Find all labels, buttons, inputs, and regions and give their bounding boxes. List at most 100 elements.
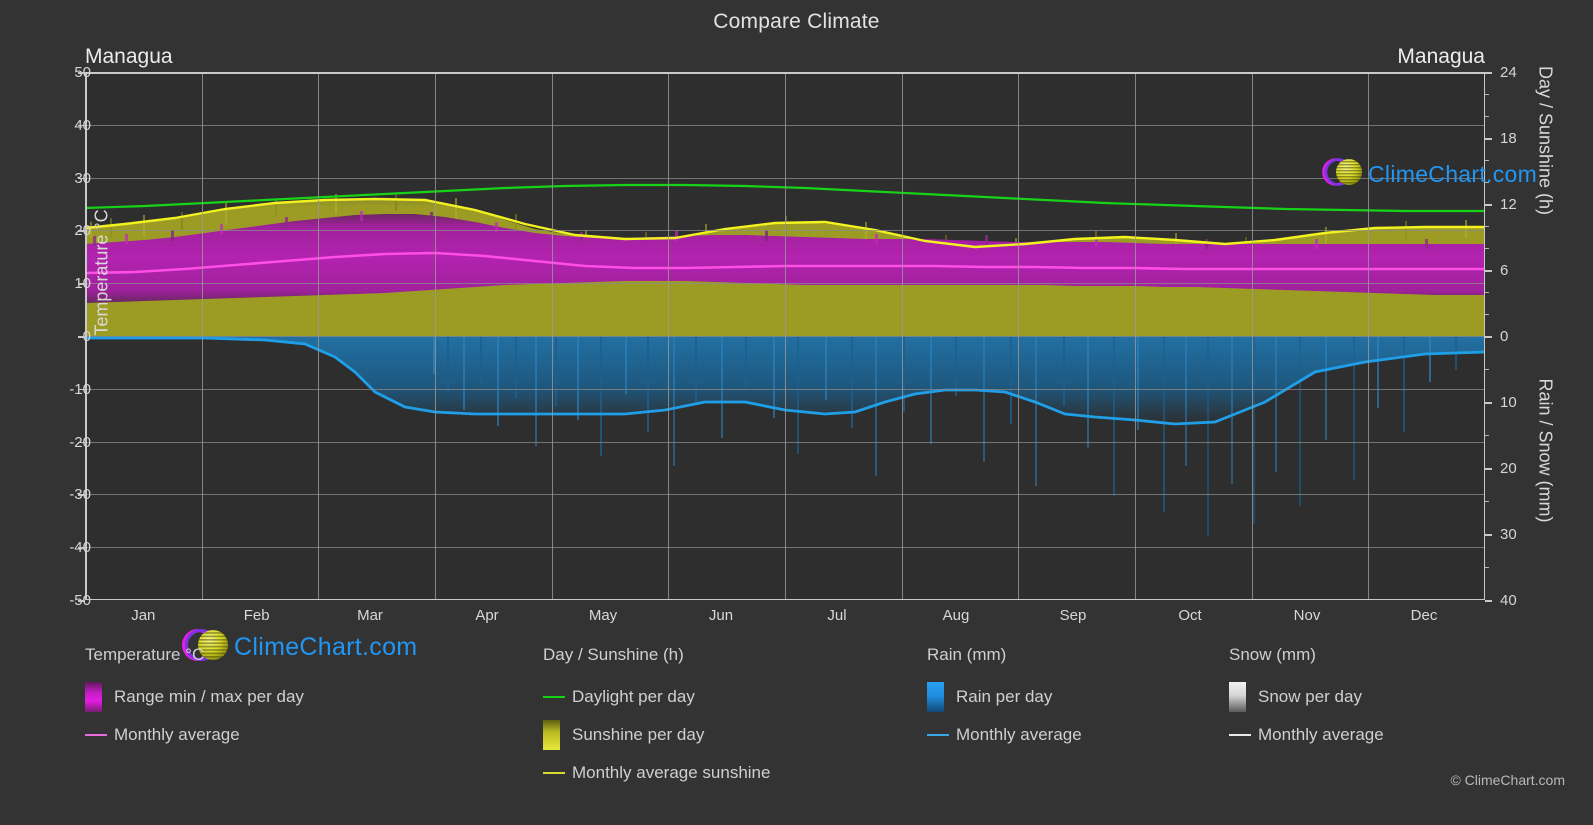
x-tick-jul: Jul [827,607,847,624]
snow-average-line-swatch [1229,734,1251,736]
tick-mark-right-minor [1485,501,1489,502]
legend-heading-temperature: Temperature °C [85,645,205,664]
x-tick-may: May [588,607,618,624]
x-tick-mar: Mar [357,607,383,624]
climechart-logo-text: ClimeChart.com [1368,161,1538,187]
legend-item-temp-range[interactable]: Range min / max per day [85,678,304,716]
tick-mark-right-minor [1485,369,1489,370]
tick-mark-left [78,177,85,180]
climate-chart-plot: ClimeChart.com ClimeChart.com [85,72,1537,661]
legend-heading-rain: Rain (mm) [927,645,1007,664]
tick-mark-right-minor [1485,292,1489,293]
tick-mark-left [78,72,85,74]
legend-label: Snow per day [1258,687,1362,706]
legend-label: Daylight per day [572,687,695,706]
legend-label: Monthly average [114,725,240,744]
tick-mark-right-minor [1485,226,1489,227]
legend-item-sunshine[interactable]: Sunshine per day [543,716,770,754]
y-tick-right-top: 6 [1500,262,1509,279]
legend-item-snow[interactable]: Snow per day [1229,678,1384,716]
axis-frame-bottom [85,598,1485,600]
legend-column-sunshine: Day / Sunshine (h) Daylight per day Suns… [543,645,770,792]
legend-label: Sunshine per day [572,725,705,744]
right-location-label: Managua [1397,45,1485,68]
tick-mark-right [1485,534,1492,536]
legend-item-sunshine-average[interactable]: Monthly average sunshine [543,754,770,792]
legend-label: Monthly average [1258,725,1384,744]
tick-mark-left [78,547,85,549]
tick-mark-left [78,388,85,391]
gridline-v [901,72,903,600]
legend-item-daylight[interactable]: Daylight per day [543,678,770,716]
y-tick-right-top: 12 [1500,196,1517,213]
tick-mark-right [1485,138,1492,140]
tick-mark-right [1485,204,1492,206]
tick-mark-left [78,283,85,285]
x-tick-aug: Aug [942,607,970,624]
gridline-v [1135,72,1136,600]
x-tick-jun: Jun [708,607,734,624]
copyright-notice: © ClimeChart.com [1450,772,1565,788]
legend-item-rain-average[interactable]: Monthly average [927,716,1082,754]
x-tick-dec: Dec [1410,607,1438,624]
x-tick-apr: Apr [475,607,499,624]
tick-mark-right-minor [1485,94,1489,95]
tick-mark-right-minor [1485,435,1489,436]
legend-label: Rain per day [956,687,1053,706]
legend-label: Monthly average [956,725,1082,744]
sunshine-swatch [543,720,560,750]
gridline-v [551,72,553,600]
legend-item-snow-average[interactable]: Monthly average [1229,716,1384,754]
gridline-v [785,72,786,600]
legend-label: Range min / max per day [114,687,304,706]
gridline-v [318,72,320,600]
sunshine-average-line-swatch [543,772,565,774]
x-tick-oct: Oct [1178,607,1202,624]
tick-mark-right [1485,270,1492,272]
y-tick-right-bottom: 40 [1500,592,1517,609]
climechart-watermark-top: ClimeChart.com [1320,152,1537,197]
legend-label: Monthly average sunshine [572,763,771,782]
tick-mark-right [1485,468,1492,470]
x-tick-nov: Nov [1293,607,1321,624]
temp-range-swatch [85,682,102,712]
temp-average-line-swatch [85,734,107,736]
y-tick-right-bottom: 30 [1500,526,1517,543]
x-tick-jan: Jan [131,607,156,624]
y-axis-left-label: Temperature °C [91,209,112,336]
tick-mark-right [1485,72,1492,74]
legend-column-rain: Rain (mm) Rain per day Monthly average [927,645,1082,754]
tick-mark-right-minor [1485,567,1489,568]
daylight-line-swatch [543,696,565,698]
x-tick-sep: Sep [1059,607,1087,624]
page-title: Compare Climate [713,10,880,33]
legend-item-rain[interactable]: Rain per day [927,678,1082,716]
legend-item-temp-average[interactable]: Monthly average [85,716,304,754]
legend-column-temperature: Temperature °C Range min / max per day M… [85,645,304,754]
tick-mark-right [1485,402,1492,404]
tick-mark-left [78,124,85,127]
tick-mark-right-minor [1485,248,1489,249]
tick-mark-left [78,230,85,232]
gridline-v [668,72,670,600]
legend-column-snow: Snow (mm) Snow per day Monthly average [1229,645,1384,754]
tick-mark-right-minor [1485,314,1489,315]
tick-mark-right-minor [1485,116,1489,117]
tick-mark-right [1485,336,1492,338]
tick-mark-right-minor [1485,182,1489,183]
rain-swatch [927,682,944,712]
snow-swatch [1229,682,1246,712]
y-tick-right-top: 18 [1500,130,1517,147]
legend-heading-snow: Snow (mm) [1229,645,1316,664]
tick-mark-right [1485,600,1492,602]
gridline-v [201,72,203,600]
gridline-v [1018,72,1020,600]
tick-mark-left [78,336,85,338]
x-tick-feb: Feb [243,607,270,624]
tick-mark-left [78,494,85,496]
y-tick-right-top: 0 [1500,328,1509,345]
tick-mark-left [78,600,85,602]
legend: Temperature °C Range min / max per day M… [0,645,1593,825]
gridline-v [1251,72,1253,600]
rain-average-line-swatch [927,734,949,736]
